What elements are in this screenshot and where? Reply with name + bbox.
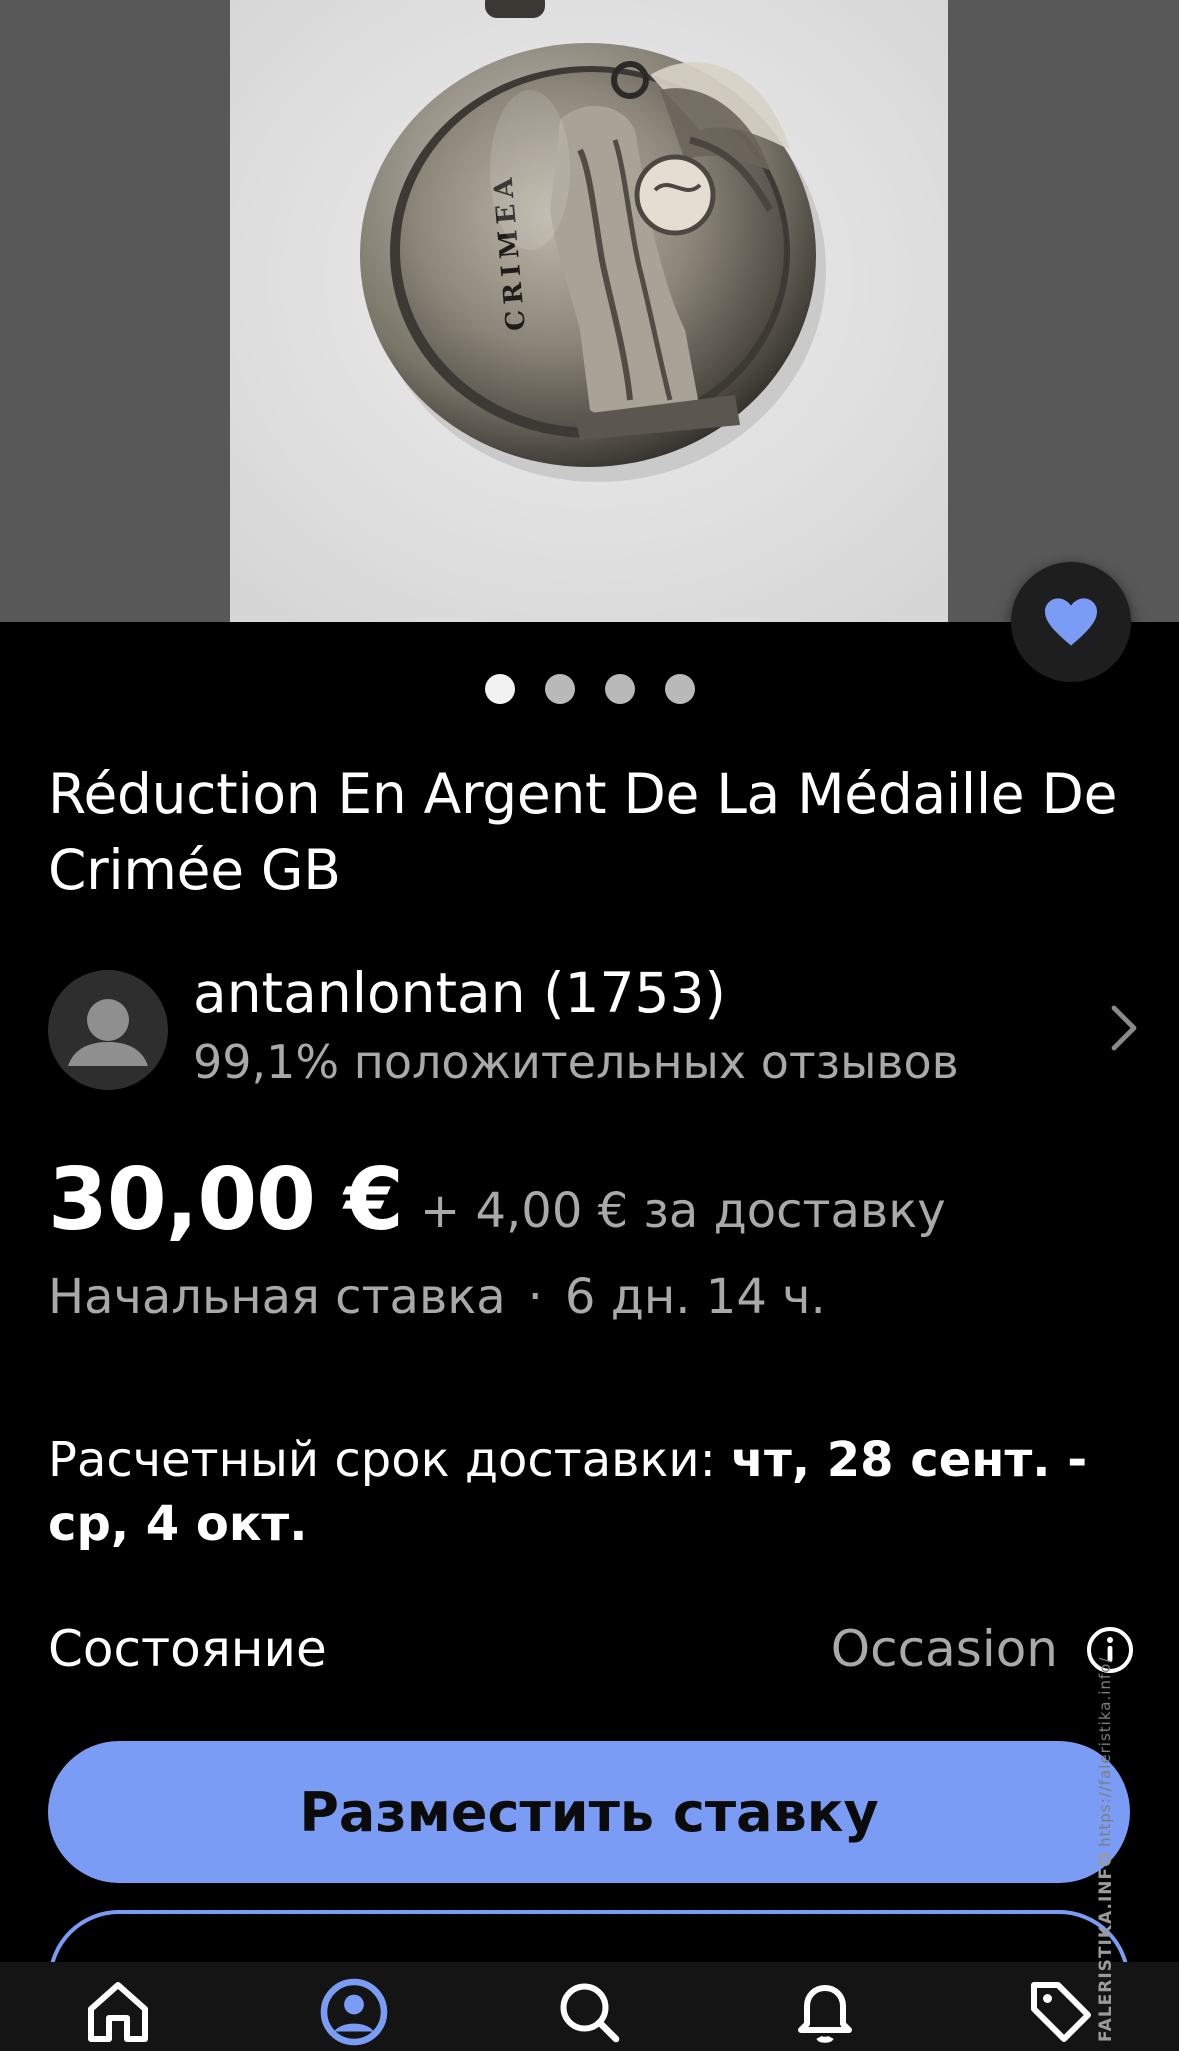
place-bid-button[interactable]: Разместить ставку <box>48 1741 1130 1883</box>
image-gallery[interactable]: CRIMEA <box>0 0 1179 682</box>
condition-row: Состояние Occasion <box>48 1614 1134 1684</box>
notifications-icon <box>798 1985 853 2043</box>
search-icon <box>560 1983 620 2043</box>
tab-search[interactable] <box>549 1976 629 2051</box>
condition-value: Occasion <box>830 1620 1058 1678</box>
seller-feedback: 99,1% положительных отзывов <box>193 1035 959 1089</box>
watermark: FALERISTIKA.INFO https://faleristika.inf… <box>1096 1657 1156 2042</box>
current-price: 30,00 € <box>48 1150 404 1250</box>
watermark-url: https://faleristika.info/ <box>1096 1657 1114 1848</box>
tab-profile[interactable] <box>314 1976 394 2051</box>
tab-notifications[interactable] <box>785 1976 865 2051</box>
favorite-button[interactable] <box>1011 562 1131 682</box>
delivery-label: Расчетный срок доставки: <box>48 1432 716 1488</box>
bid-type: Начальная ставка <box>48 1269 506 1325</box>
product-photo[interactable]: CRIMEA <box>230 0 948 622</box>
gallery-pagination <box>0 674 1179 704</box>
pagination-dot[interactable] <box>664 674 695 704</box>
shipping-cost: + 4,00 € за доставку <box>420 1183 946 1239</box>
chevron-right-icon[interactable] <box>1110 1004 1138 1052</box>
avatar <box>48 970 168 1090</box>
meta-separator: · <box>527 1269 543 1325</box>
time-left: 6 дн. 14 ч. <box>564 1269 826 1325</box>
selling-tag-icon <box>1031 1982 1092 2042</box>
item-listing-screen: CRIMEA Réduction En Argent De La Médaill… <box>0 0 1179 2051</box>
heart-icon <box>1045 598 1097 646</box>
delivery-estimate: Расчетный срок доставки: чт, 28 сент. - … <box>48 1428 1138 1556</box>
watermark-brand: FALERISTIKA.INFO <box>1096 1851 1116 2042</box>
user-placeholder-icon <box>68 999 148 1066</box>
price-row: 30,00 € + 4,00 € за доставку <box>48 1150 1138 1250</box>
seller-card[interactable]: antanlontan (1753) 99,1% положительных о… <box>48 958 1138 1090</box>
product-title: Réduction En Argent De La Médaille De Cr… <box>48 762 1118 902</box>
seller-name[interactable]: antanlontan (1753) <box>193 958 726 1028</box>
home-icon <box>87 1982 148 2042</box>
profile-icon <box>320 1978 387 2046</box>
pagination-dot[interactable] <box>544 674 575 704</box>
bottom-tab-bar <box>0 1962 1179 2051</box>
medal-illustration: CRIMEA <box>230 0 948 622</box>
condition-label: Состояние <box>48 1620 327 1678</box>
auction-meta: Начальная ставка · 6 дн. 14 ч. <box>48 1265 826 1329</box>
tab-selling[interactable] <box>1021 1976 1101 2051</box>
tab-home[interactable] <box>78 1976 158 2051</box>
pagination-dot[interactable] <box>484 674 515 704</box>
pagination-dot[interactable] <box>604 674 635 704</box>
